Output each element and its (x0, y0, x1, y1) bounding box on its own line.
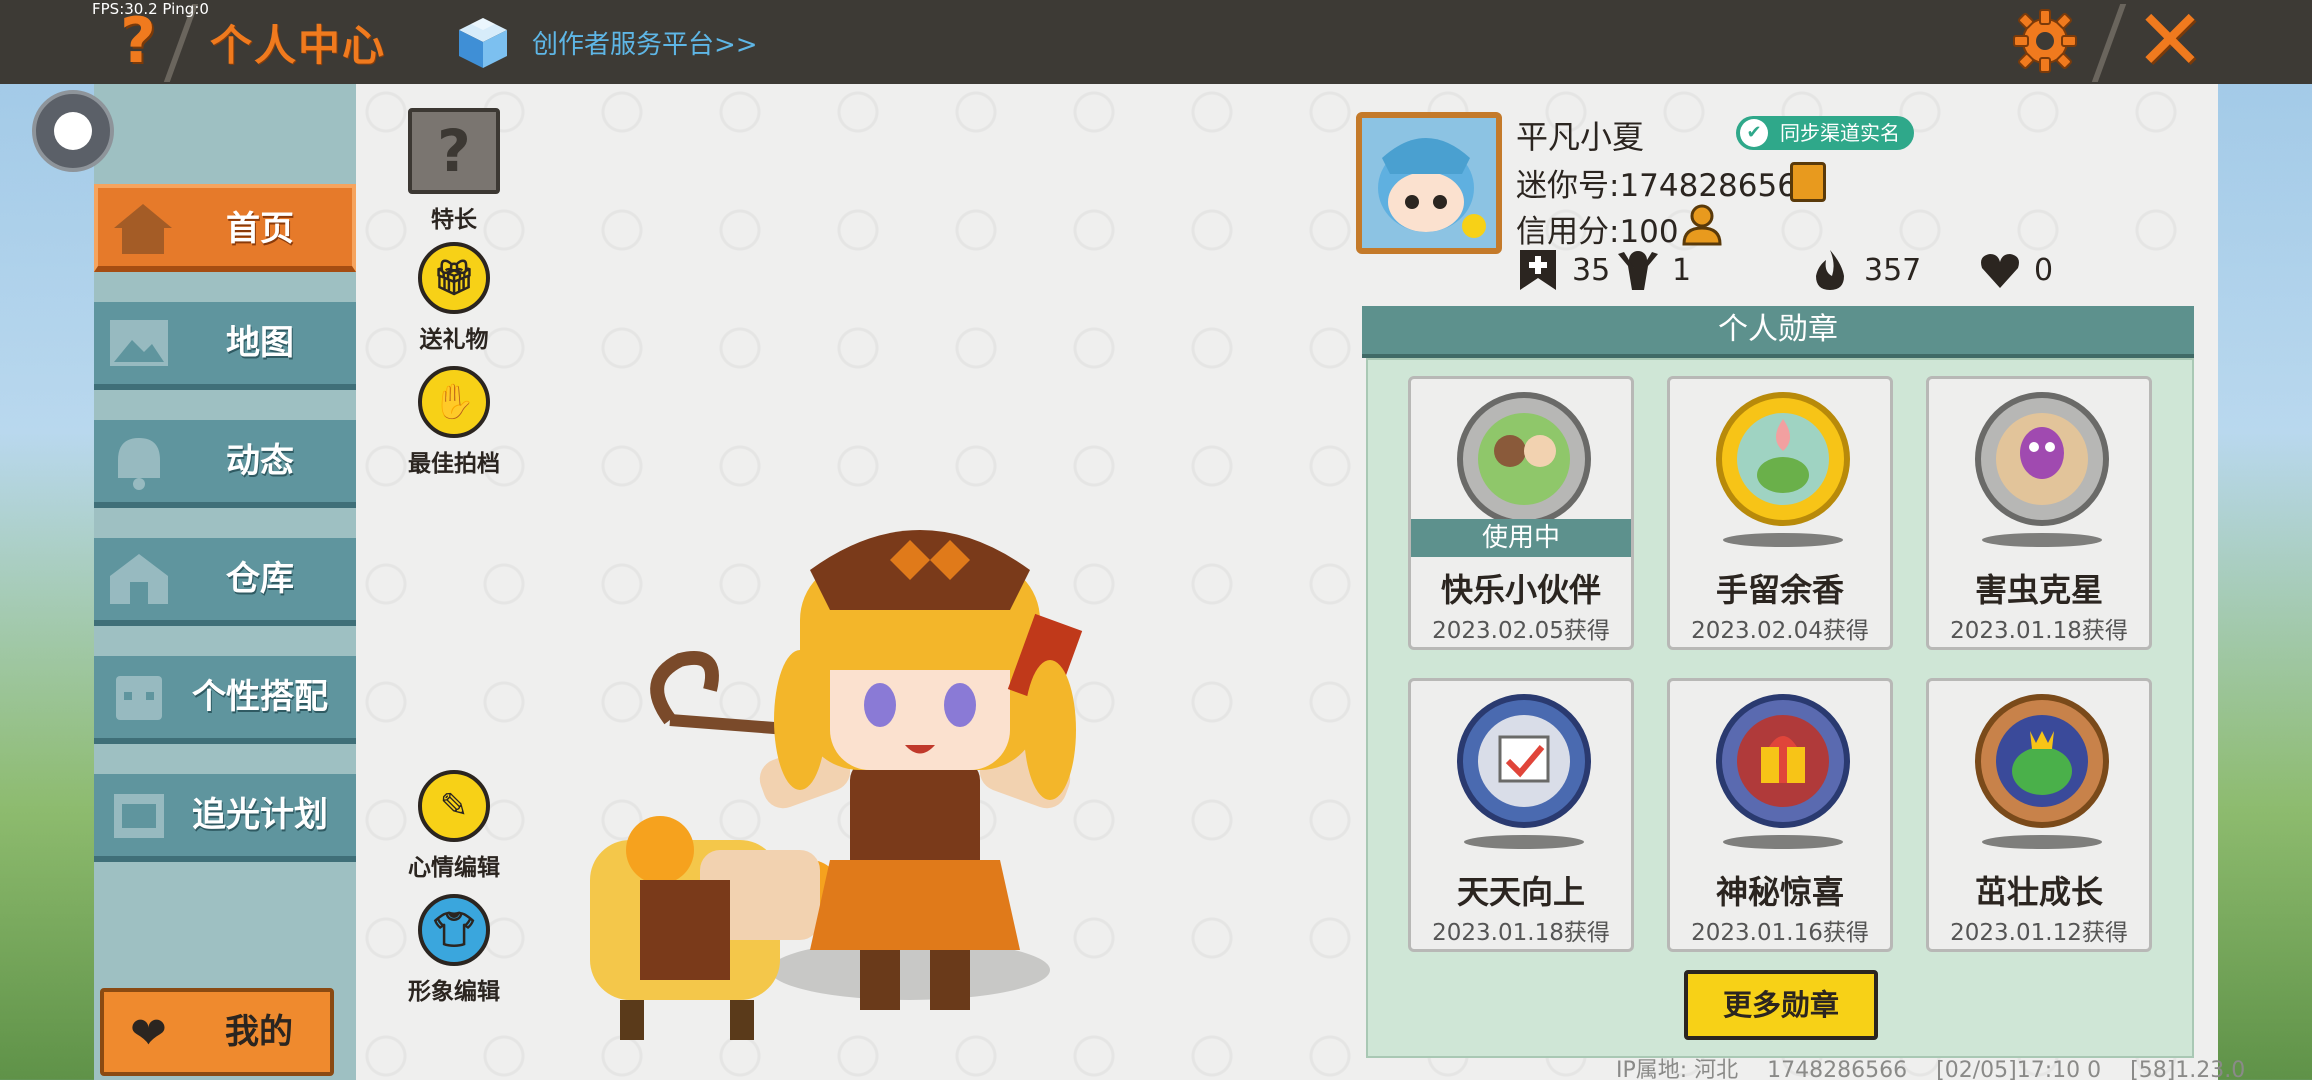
footer-info: IP属地: 河北 1748286566 [02/05]17:10 0 [58]1… (1616, 1052, 2267, 1080)
avatar-portrait (1362, 118, 1496, 248)
badge-name: 茁壮成长 (1974, 873, 2103, 911)
badge-date: 2023.01.12获得 (1950, 920, 2128, 946)
user-check-icon: ✔ (1740, 119, 1768, 147)
badges-header: 个人勋章 (1362, 306, 2194, 358)
send-gift-label: 送礼物 (419, 327, 489, 353)
best-partner-label: 最佳拍档 (408, 451, 500, 477)
bookmark-plus-icon (1520, 250, 1556, 290)
flame-icon (1816, 250, 1844, 290)
medal-pest-icon (1975, 392, 2109, 526)
avatar[interactable] (1356, 112, 1502, 254)
player-character[interactable] (580, 500, 1200, 1070)
realname-label: 同步渠道实名 (1780, 121, 1900, 145)
footer-time: [02/05]17:10 0 (1936, 1058, 2102, 1080)
badge-card[interactable]: 天天向上 2023.01.18获得 (1408, 678, 1634, 952)
nav-home[interactable]: 首页 (94, 184, 356, 272)
send-gift-button[interactable]: 🎁︎ 送礼物 (394, 242, 514, 354)
nav-outfit[interactable]: 个性搭配 (94, 656, 356, 744)
more-badges-button[interactable]: 更多勋章 (1684, 970, 1878, 1040)
badge-name: 天天向上 (1456, 873, 1585, 911)
badge-name: 害虫克星 (1974, 571, 2103, 609)
cube-icon[interactable] (455, 14, 511, 70)
medal-progress-icon (1457, 694, 1591, 828)
ip-location: IP属地: 河北 (1616, 1058, 1739, 1080)
edit-icon: ✎ (418, 770, 490, 842)
hearts-stat[interactable]: 0 (1978, 248, 2053, 292)
heart-icon: ❤ (130, 1008, 167, 1059)
help-icon[interactable]: ? (112, 6, 164, 76)
badge-card[interactable]: 使用中 快乐小伙伴 2023.02.05获得 (1408, 376, 1634, 650)
divider (2091, 4, 2127, 82)
footer-version: [58]1.23.0 (2130, 1058, 2246, 1080)
badge-name: 神秘惊喜 (1715, 873, 1844, 911)
hearts-count: 0 (2034, 252, 2054, 288)
question-block-icon: ? (408, 108, 500, 194)
nav-feed[interactable]: 动态 (94, 420, 356, 508)
outfit-edit-icon: 👕︎ (418, 894, 490, 966)
fans-stat[interactable]: 1 (1616, 248, 1691, 292)
mini-id: 迷你号:1748286566 (1516, 168, 1817, 204)
hearts-icon (1981, 254, 2019, 288)
badge-date: 2023.01.18获得 (1432, 920, 1610, 946)
badge-card[interactable]: 茁壮成长 2023.01.12获得 (1926, 678, 2152, 952)
specialty-button[interactable]: ? 特长 (394, 108, 514, 234)
footer-uid: 1748286566 (1767, 1058, 1908, 1080)
best-partner-button[interactable]: ✋ 最佳拍档 (394, 366, 514, 478)
nav-label: 动态 (226, 441, 294, 481)
medal-shadow (1982, 835, 2102, 849)
fans-icon (1618, 251, 1658, 290)
gift-icon: 🎁︎ (418, 242, 490, 314)
medal-shadow (1723, 835, 1843, 849)
badge-name: 手留余香 (1715, 571, 1844, 609)
specialty-label: 特长 (431, 207, 477, 233)
mood-edit-button[interactable]: ✎ 心情编辑 (394, 770, 514, 882)
record-button[interactable] (32, 90, 114, 172)
mood-edit-label: 心情编辑 (408, 855, 500, 881)
medal-friend-icon (1457, 392, 1591, 526)
page-title: 个人中心 (210, 21, 387, 70)
medal-shadow (1982, 533, 2102, 547)
in-use-badge: 使用中 (1411, 519, 1631, 557)
mine-button[interactable]: ❤ 我的 (100, 988, 334, 1076)
mine-label: 我的 (225, 1012, 293, 1052)
nav-label: 追光计划 (192, 795, 328, 835)
likes-count: 35 (1572, 252, 1611, 288)
fans-count: 1 (1672, 252, 1692, 288)
gear-icon[interactable] (2012, 8, 2078, 74)
badge-card[interactable]: 害虫克星 2023.01.18获得 (1926, 376, 2152, 650)
avatar-edit-label: 形象编辑 (408, 979, 500, 1005)
player-name: 平凡小夏 (1516, 118, 1645, 156)
creator-platform-link[interactable]: 创作者服务平台>> (532, 24, 758, 61)
medal-shadow (1464, 835, 1584, 849)
credit-user-icon[interactable] (1680, 202, 1724, 246)
popularity-count: 357 (1864, 252, 1922, 288)
likes-stat[interactable]: 35 (1516, 248, 1610, 292)
nav-light-plan[interactable]: 追光计划 (94, 774, 356, 862)
nav-label: 地图 (226, 323, 294, 363)
avatar-edit-button[interactable]: 👕︎ 形象编辑 (394, 894, 514, 1006)
badge-date: 2023.02.04获得 (1691, 618, 1869, 644)
medal-growth-icon (1975, 694, 2109, 828)
nav-label: 仓库 (226, 559, 294, 599)
badge-card[interactable]: 手留余香 2023.02.04获得 (1667, 376, 1893, 650)
medal-fragrance-icon (1716, 392, 1850, 526)
nav-label: 首页 (226, 209, 294, 249)
badge-date: 2023.01.18获得 (1950, 618, 2128, 644)
nav-storage[interactable]: 仓库 (94, 538, 356, 626)
badge-date: 2023.02.05获得 (1432, 618, 1610, 644)
medal-surprise-icon (1716, 694, 1850, 828)
handshake-icon: ✋ (418, 366, 490, 438)
badge-name: 快乐小伙伴 (1440, 571, 1601, 609)
medal-shadow (1723, 533, 1843, 547)
badge-card[interactable]: 神秘惊喜 2023.01.16获得 (1667, 678, 1893, 952)
nav-label: 个性搭配 (192, 677, 328, 717)
nav-map[interactable]: 地图 (94, 302, 356, 390)
copy-icon[interactable] (1790, 162, 1826, 202)
close-icon[interactable]: ✕ (2130, 0, 2210, 82)
credit-score: 信用分:100 (1516, 214, 1679, 250)
realname-sync-button[interactable]: ✔ 同步渠道实名 (1736, 116, 1914, 150)
sidebar: 首页 地图 动态 仓库 个性搭配 追光计划 (94, 84, 356, 1080)
badge-date: 2023.01.16获得 (1691, 920, 1869, 946)
popularity-stat[interactable]: 357 (1808, 248, 1921, 292)
